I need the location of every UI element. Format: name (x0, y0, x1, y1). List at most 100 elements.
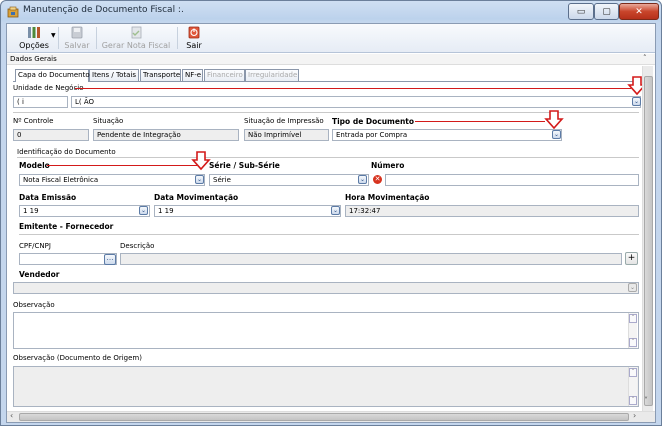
generate-invoice-icon (131, 26, 142, 39)
application-window: Manutenção de Documento Fiscal :. ▭ ▢ ✕ … (0, 0, 662, 426)
seller-field[interactable] (13, 282, 639, 294)
number-field[interactable] (385, 174, 639, 186)
scroll-down-icon[interactable]: ˅ (629, 396, 637, 405)
model-dropdown-icon[interactable]: ⌄ (195, 175, 204, 184)
close-icon: ✕ (635, 6, 643, 17)
movement-date-dropdown-icon[interactable]: ⌄ (331, 206, 340, 215)
business-unit-label: Unidade de Negócio (13, 84, 84, 92)
vertical-scrollbar[interactable] (642, 66, 653, 411)
movement-time-field: 17:32:47 (345, 205, 639, 217)
document-type-dropdown-icon[interactable]: ⌄ (552, 130, 561, 139)
scroll-up-icon[interactable]: ˄ (629, 314, 637, 323)
business-unit-dropdown-icon[interactable]: ⌄ (632, 97, 641, 106)
tab-nfe[interactable]: NF-e (182, 69, 203, 81)
model-field[interactable]: Nota Fiscal Eletrônica (19, 174, 205, 186)
origin-observation-label: Observação (Documento de Origem) (13, 354, 142, 362)
movement-date-field[interactable]: 1 19 (154, 205, 341, 217)
toolbar-separator (177, 27, 178, 49)
toolbar: Opções ▼ Salvar Gerar Nota Fiscal Sair (7, 24, 655, 53)
status-field: Pendente de Integração (93, 129, 239, 141)
tab-irregularidade[interactable]: Irregularidade (245, 69, 299, 81)
vertical-scroll-thumb[interactable] (644, 76, 653, 406)
generate-invoice-label: Gerar Nota Fiscal (101, 41, 171, 50)
origin-observation-scrollbar[interactable]: ˄ ˅ (628, 367, 637, 406)
business-unit-code-field[interactable]: ( i (13, 96, 68, 108)
tab-financeiro[interactable]: Financeiro (204, 69, 245, 81)
document-type-label: Tipo de Documento (332, 117, 415, 126)
annotation-line (415, 121, 545, 122)
issue-date-label: Data Emissão (19, 193, 77, 202)
scroll-down-icon[interactable]: ˅ (644, 396, 648, 405)
horizontal-scroll-thumb[interactable] (19, 413, 629, 421)
series-field[interactable]: Série (209, 174, 369, 186)
minimize-icon: ▭ (576, 6, 586, 17)
observation-textarea[interactable]: ˄ ˅ (13, 312, 639, 349)
close-button[interactable]: ✕ (619, 3, 659, 20)
annotation-line (75, 88, 631, 89)
app-icon (7, 6, 19, 18)
panel-header: Dados Gerais (7, 54, 655, 65)
save-icon (71, 26, 83, 39)
print-status-label: Situação de Impressão (244, 117, 324, 125)
maximize-button[interactable]: ▢ (594, 3, 619, 20)
scroll-left-icon[interactable]: ‹ (10, 411, 13, 420)
save-button[interactable]: Salvar (62, 25, 92, 52)
maximize-icon: ▢ (602, 6, 611, 17)
status-label: Situação (93, 117, 124, 125)
generate-invoice-button[interactable]: Gerar Nota Fiscal (100, 25, 172, 52)
options-button[interactable]: Opções (13, 25, 55, 52)
control-number-label: Nº Controle (13, 117, 54, 125)
error-icon: ✕ (373, 175, 382, 184)
origin-observation-textarea: ˄ ˅ (13, 366, 639, 407)
window-title: Manutenção de Documento Fiscal :. (23, 5, 184, 15)
options-icon (28, 27, 40, 38)
movement-time-label: Hora Movimentação (345, 193, 430, 202)
series-label: Série / Sub-Série (209, 161, 280, 170)
save-label: Salvar (64, 41, 90, 50)
seller-dropdown-icon[interactable]: ⌄ (628, 283, 637, 292)
options-label: Opções (19, 41, 49, 50)
issue-date-field[interactable]: 1 19 (19, 205, 150, 217)
cpf-cnpj-field[interactable] (19, 253, 117, 265)
issuer-supplier-label: Emitente - Fornecedor (19, 222, 114, 231)
search-supplier-button[interactable]: … (104, 254, 116, 265)
print-status-field: Não Imprimível (244, 129, 329, 141)
tab-itens-totais[interactable]: Itens / Totais (89, 69, 139, 81)
annotation-arrow-icon (191, 151, 211, 171)
horizontal-scrollbar[interactable]: ‹ › (7, 411, 655, 422)
title-bar[interactable]: Manutenção de Documento Fiscal :. ▭ ▢ ✕ (1, 1, 661, 23)
cpf-cnpj-label: CPF/CNPJ (19, 242, 51, 250)
toolbar-separator (58, 27, 59, 49)
annotation-line (47, 165, 197, 166)
collapse-panel-icon[interactable]: ˄ (643, 54, 647, 62)
tab-transporte[interactable]: Transporte (140, 69, 181, 81)
business-unit-name-field[interactable]: L( ÃO (71, 96, 641, 108)
tab-capa-documento[interactable]: Capa do Documento (15, 69, 90, 82)
exit-label: Sair (186, 41, 202, 50)
observation-scrollbar[interactable]: ˄ ˅ (628, 313, 637, 348)
description-label: Descrição (120, 242, 155, 250)
annotation-arrow-icon (544, 110, 564, 130)
exit-icon (188, 26, 200, 39)
series-dropdown-icon[interactable]: ⌄ (358, 175, 367, 184)
model-label: Modelo (19, 161, 50, 170)
observation-label: Observação (13, 301, 55, 309)
scroll-right-icon[interactable]: › (633, 411, 636, 420)
options-dropdown-icon[interactable]: ▼ (51, 32, 56, 39)
issue-date-dropdown-icon[interactable]: ⌄ (139, 206, 148, 215)
section-divider (17, 157, 639, 158)
scroll-down-icon[interactable]: ˅ (629, 338, 637, 347)
add-supplier-button[interactable]: + (625, 252, 638, 265)
exit-button[interactable]: Sair (183, 25, 205, 52)
minimize-button[interactable]: ▭ (568, 3, 594, 20)
scroll-up-icon[interactable]: ˄ (629, 368, 637, 377)
seller-label: Vendedor (19, 270, 60, 279)
document-type-field[interactable]: Entrada por Compra (332, 129, 562, 141)
description-field (120, 253, 622, 265)
toolbar-separator (96, 27, 97, 49)
client-area: Opções ▼ Salvar Gerar Nota Fiscal Sair D… (6, 23, 656, 423)
control-number-field: 0 (13, 129, 89, 141)
number-label: Número (371, 161, 405, 170)
tab-divider (13, 81, 639, 82)
document-identification-label: Identificação do Documento (17, 148, 116, 156)
